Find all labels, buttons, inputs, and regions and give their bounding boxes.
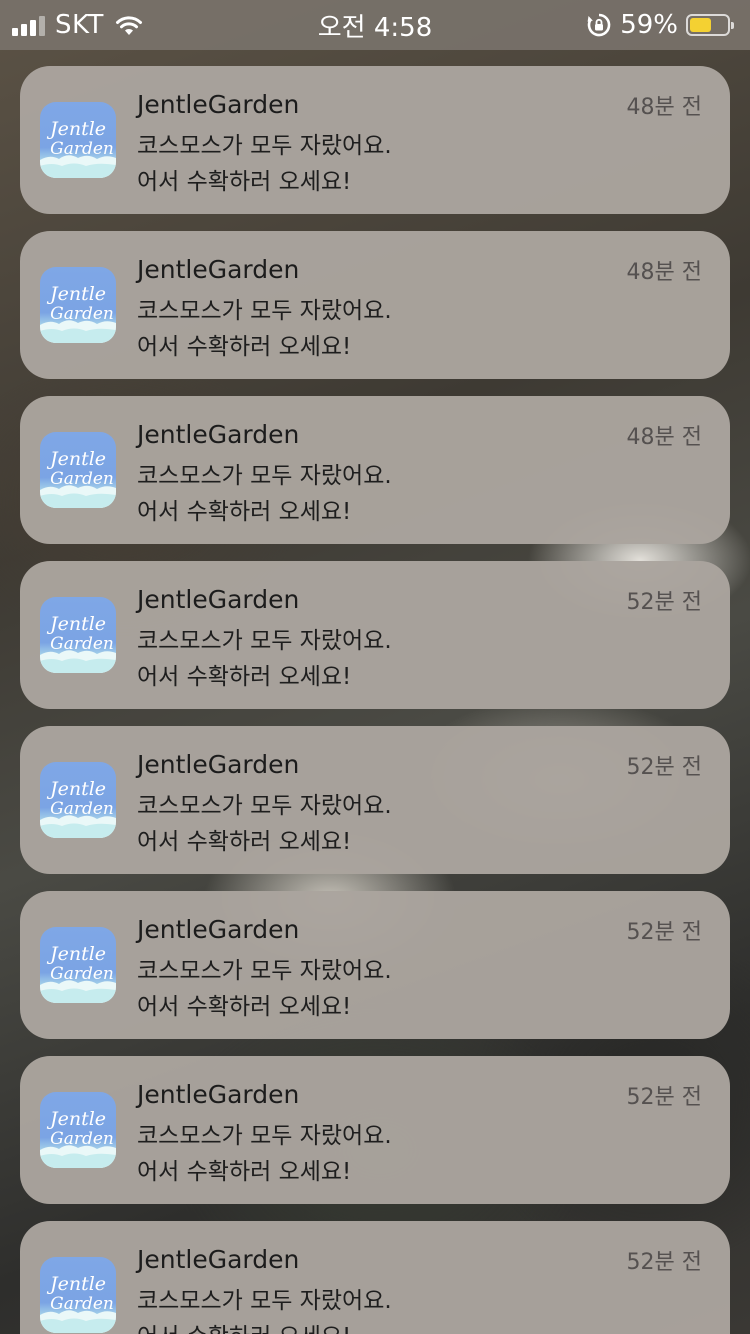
notification-body-line1: 코스모스가 모두 자랐어요. [137, 1123, 392, 1149]
notification-body-line2: 어서 수확하러 오세요! [137, 829, 352, 855]
notification-card[interactable]: Jentle Garden JentleGarden 48분 전 코스모스가 모… [20, 396, 730, 544]
svg-text:Garden: Garden [50, 1294, 114, 1314]
notification-body-line1: 코스모스가 모두 자랐어요. [137, 133, 392, 159]
notification-list: Jentle Garden JentleGarden 48분 전 코스모스가 모… [20, 66, 730, 1334]
notification-body-line2: 어서 수확하러 오세요! [137, 334, 352, 360]
notification-time: 52분 전 [626, 1250, 702, 1275]
notification-app-name: JentleGarden [137, 585, 300, 614]
notification-app-name: JentleGarden [137, 420, 300, 449]
jentlegarden-app-icon: Jentle Garden [40, 1092, 116, 1168]
jentlegarden-app-icon: Jentle Garden [40, 432, 116, 508]
battery-fill [690, 18, 712, 32]
jentlegarden-app-icon: Jentle Garden [40, 1257, 116, 1333]
notification-time: 52분 전 [626, 920, 702, 945]
jentlegarden-app-icon: Jentle Garden [40, 597, 116, 673]
svg-text:Jentle: Jentle [46, 1273, 106, 1295]
notification-card[interactable]: Jentle Garden JentleGarden 52분 전 코스모스가 모… [20, 561, 730, 709]
battery-icon [686, 14, 734, 36]
notification-time: 52분 전 [626, 1085, 702, 1110]
notification-body-line2: 어서 수확하러 오세요! [137, 664, 352, 690]
svg-text:Garden: Garden [50, 469, 114, 489]
notification-time: 48분 전 [626, 260, 702, 285]
rotation-lock-icon [587, 13, 611, 37]
notification-body-line2: 어서 수확하러 오세요! [137, 994, 352, 1020]
jentlegarden-app-icon: Jentle Garden [40, 102, 116, 178]
notification-card[interactable]: Jentle Garden JentleGarden 52분 전 코스모스가 모… [20, 726, 730, 874]
notification-body-line1: 코스모스가 모두 자랐어요. [137, 1288, 392, 1314]
svg-text:Garden: Garden [50, 799, 114, 819]
jentlegarden-app-icon: Jentle Garden [40, 267, 116, 343]
notification-body-line1: 코스모스가 모두 자랐어요. [137, 628, 392, 654]
notification-time: 48분 전 [626, 95, 702, 120]
notification-app-name: JentleGarden [137, 90, 300, 119]
svg-text:Garden: Garden [50, 139, 114, 159]
svg-text:Jentle: Jentle [46, 448, 106, 470]
notification-time: 52분 전 [626, 755, 702, 780]
notification-card[interactable]: Jentle Garden JentleGarden 52분 전 코스모스가 모… [20, 1221, 730, 1334]
notification-card[interactable]: Jentle Garden JentleGarden 48분 전 코스모스가 모… [20, 231, 730, 379]
notification-time: 52분 전 [626, 590, 702, 615]
notification-body-line2: 어서 수확하러 오세요! [137, 1317, 351, 1334]
svg-text:Garden: Garden [50, 634, 114, 654]
notification-body-line1: 코스모스가 모두 자랐어요. [137, 958, 392, 984]
notification-body-line2: 어서 수확하러 오세요! [137, 169, 352, 195]
notification-time: 48분 전 [626, 425, 702, 450]
notification-card[interactable]: Jentle Garden JentleGarden 52분 전 코스모스가 모… [20, 1056, 730, 1204]
notification-body-line1: 코스모스가 모두 자랐어요. [137, 793, 392, 819]
notification-card[interactable]: Jentle Garden JentleGarden 48분 전 코스모스가 모… [20, 66, 730, 214]
status-right: 59% [586, 0, 734, 50]
notification-app-name: JentleGarden [137, 915, 300, 944]
battery-percentage: 59% [620, 10, 678, 40]
status-bar: SKT 오전 4:58 59% [0, 0, 750, 50]
svg-text:Jentle: Jentle [46, 778, 106, 800]
notification-app-name: JentleGarden [137, 255, 300, 284]
svg-text:Jentle: Jentle [46, 118, 106, 140]
notification-app-name: JentleGarden [137, 1080, 300, 1109]
svg-text:Garden: Garden [50, 304, 114, 324]
jentlegarden-app-icon: Jentle Garden [40, 927, 116, 1003]
notification-app-name: JentleGarden [137, 750, 300, 779]
notification-card[interactable]: Jentle Garden JentleGarden 52분 전 코스모스가 모… [20, 891, 730, 1039]
svg-text:Jentle: Jentle [46, 283, 106, 305]
notification-body-line2: 어서 수확하러 오세요! [137, 499, 352, 525]
svg-text:Jentle: Jentle [46, 943, 106, 965]
notification-body-line2: 어서 수확하러 오세요! [137, 1159, 352, 1185]
notification-body-line1: 코스모스가 모두 자랐어요. [137, 463, 392, 489]
jentlegarden-app-icon: Jentle Garden [40, 762, 116, 838]
notification-app-name: JentleGarden [137, 1245, 300, 1274]
notification-body-line1: 코스모스가 모두 자랐어요. [137, 298, 392, 324]
svg-text:Jentle: Jentle [46, 1108, 106, 1130]
svg-text:Garden: Garden [50, 964, 114, 984]
svg-text:Garden: Garden [50, 1129, 114, 1149]
svg-text:Jentle: Jentle [46, 613, 106, 635]
